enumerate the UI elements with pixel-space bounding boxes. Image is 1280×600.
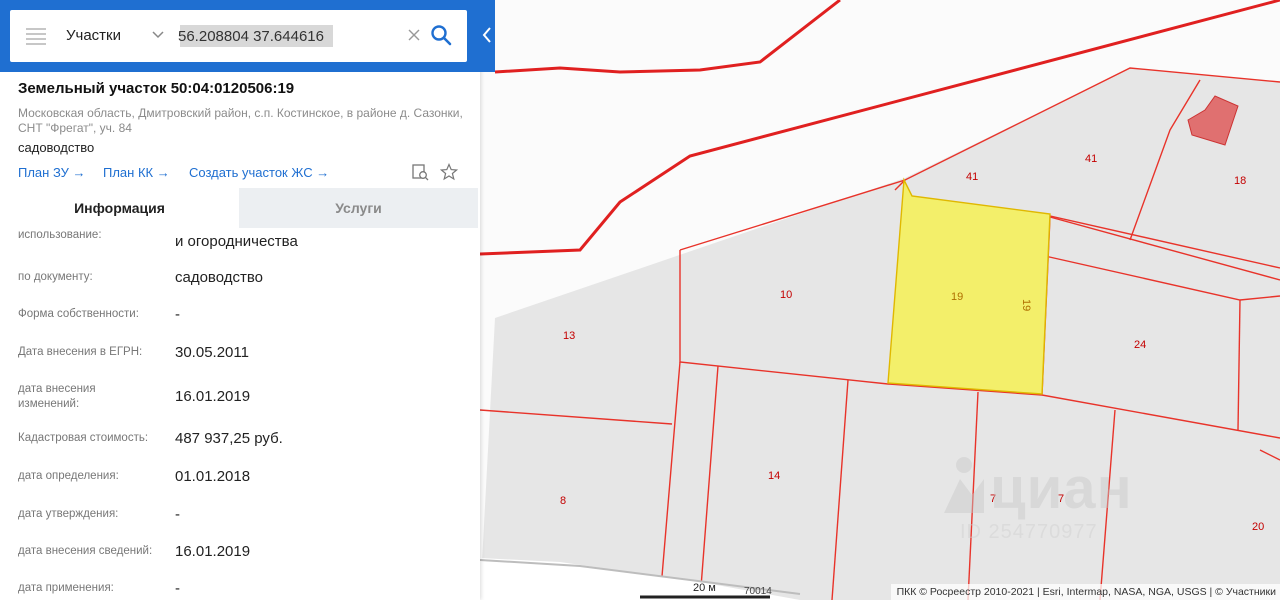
attribute-value: 30.05.2011: [175, 344, 249, 361]
plot-label: 19: [951, 291, 963, 303]
attribute-label: дата внесения изменений:: [18, 383, 96, 410]
attribute-row: Дата внесения в ЕГРН: 30.05.2011: [0, 334, 478, 372]
search-box: Участки: [10, 10, 467, 62]
attribute-label: дата утверждения:: [18, 508, 119, 520]
star-icon[interactable]: [440, 163, 458, 181]
clear-icon[interactable]: [406, 27, 422, 43]
attribute-row: дата утверждения: -: [0, 496, 478, 534]
attribute-value: -: [175, 506, 180, 523]
plot-label: 18: [1234, 175, 1246, 187]
category-select[interactable]: Участки: [66, 27, 121, 44]
map-attribution: ПКК © Росреестр 2010-2021 | Esri, Interm…: [890, 584, 1280, 600]
attribute-label: дата определения:: [18, 470, 119, 482]
attribute-label: Форма собственности:: [18, 308, 139, 320]
attribute-row: дата применения: -: [0, 572, 478, 600]
attribute-row: использование: и огородничества: [0, 228, 478, 258]
plot-label: 41: [966, 171, 978, 183]
road-label: 70014: [744, 586, 772, 597]
plot-label: 13: [563, 330, 575, 342]
search-icon[interactable]: [430, 24, 452, 46]
plot-label: 8: [560, 495, 566, 507]
attribute-label: дата применения:: [18, 582, 114, 594]
create-plot-link[interactable]: Создать участок ЖС →: [189, 165, 329, 180]
attribute-label: использование:: [18, 229, 102, 241]
attributes-list: использование: и огородничества по докум…: [0, 228, 478, 600]
tab-services[interactable]: Услуги: [239, 188, 478, 228]
plot-label: 41: [1085, 153, 1097, 165]
attribute-row: Кадастровая стоимость: 487 937,25 руб.: [0, 420, 478, 458]
attribute-row: по документу: садоводство: [0, 258, 478, 296]
attribute-row: дата внесения изменений: 16.01.2019: [0, 372, 478, 420]
attribute-row: Форма собственности: -: [0, 296, 478, 334]
plot-use: садоводство: [18, 140, 95, 155]
watermark-logo-icon: [944, 457, 984, 513]
selected-plot-19[interactable]: [887, 177, 1051, 395]
attribute-label: дата внесения сведений:: [18, 545, 153, 557]
attribute-label: по документу:: [18, 271, 93, 283]
attribute-label: Дата внесения в ЕГРН:: [18, 346, 143, 358]
boundary-line: [494, 0, 841, 74]
watermark-id: ID 254770977: [960, 521, 1098, 543]
attribute-value: 487 937,25 руб.: [175, 430, 283, 447]
scale-label: 20 м: [693, 582, 716, 594]
land-area: [480, 68, 1280, 600]
chevron-down-icon[interactable]: [150, 26, 166, 42]
attribute-value: -: [175, 580, 180, 597]
attribute-value: садоводство: [175, 269, 264, 286]
plot-label: 14: [768, 470, 780, 482]
attribute-value: 16.01.2019: [175, 543, 251, 560]
attribute-value: 16.01.2019: [175, 388, 251, 405]
info-panel: Участки Земельный участок 50:04:0120506:…: [0, 0, 495, 600]
tab-info[interactable]: Информация: [0, 188, 239, 228]
collapse-panel-icon[interactable]: [479, 24, 495, 46]
attribute-value: и огородничества: [175, 233, 298, 250]
document-search-icon[interactable]: [411, 163, 429, 181]
attribute-row: дата определения: 01.01.2018: [0, 458, 478, 496]
plot-title: Земельный участок 50:04:0120506:19: [18, 80, 295, 97]
plot-label: 10: [780, 289, 792, 301]
attribute-row: дата внесения сведений: 16.01.2019: [0, 534, 478, 572]
plot-label: 24: [1134, 339, 1146, 351]
plot-address: Московская область, Дмитровский район, с…: [18, 106, 463, 135]
plan-kk-link[interactable]: План КК →: [103, 165, 170, 180]
attribute-value: 01.01.2018: [175, 468, 251, 485]
menu-icon[interactable]: [26, 28, 46, 45]
tabs: Информация Услуги: [0, 188, 478, 228]
plan-zu-link[interactable]: План ЗУ →: [18, 165, 86, 180]
plot-label: 20: [1252, 521, 1264, 533]
watermark-text: циан: [990, 456, 1133, 521]
plot-label: 19: [1020, 299, 1032, 311]
search-input[interactable]: [178, 24, 400, 48]
search-bar: Участки: [0, 0, 495, 72]
attribute-value: -: [175, 306, 180, 323]
attribute-label: Кадастровая стоимость:: [18, 432, 149, 444]
